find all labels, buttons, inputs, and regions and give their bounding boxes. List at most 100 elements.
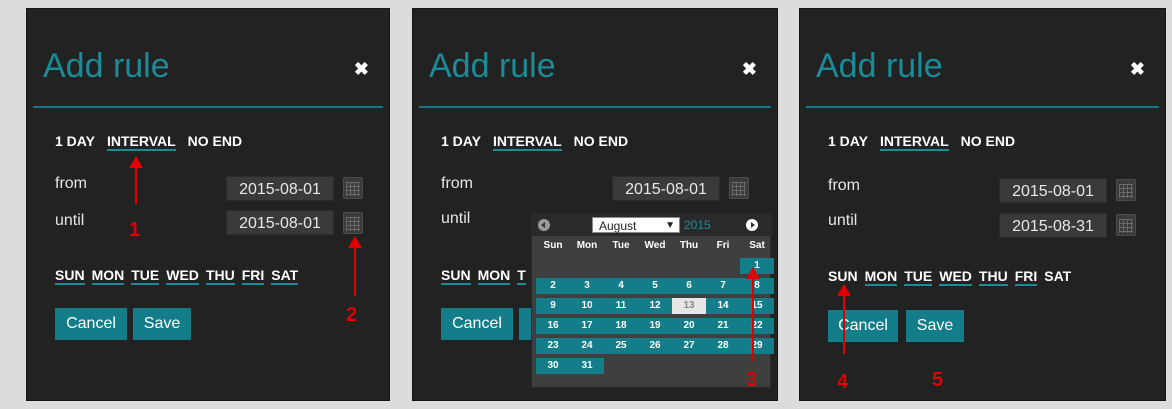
weekday-header: Thu [679,240,699,251]
calendar-day[interactable]: 26 [638,338,672,354]
close-icon[interactable]: ✖ [1130,59,1145,80]
calendar-day[interactable]: 14 [706,298,740,314]
weekday-sat[interactable]: SAT [271,267,299,285]
month-select[interactable]: August ▼ [592,217,680,233]
close-icon[interactable]: ✖ [742,59,757,80]
calendar-day[interactable]: 4 [604,278,638,294]
weekday-fri[interactable]: FRI [241,267,265,285]
calendar-day[interactable]: 24 [570,338,604,354]
weekday-header: Mon [576,240,598,251]
calendar-icon[interactable] [729,177,749,199]
calendar-day[interactable]: 9 [536,298,570,314]
dialog-title: Add rule [43,47,170,85]
cancel-button[interactable]: Cancel [55,308,127,340]
calendar-day[interactable]: 7 [706,278,740,294]
weekday-header: Wed [644,240,666,251]
calendar-day[interactable]: 16 [536,318,570,334]
until-label: until [55,212,85,229]
calendar-day[interactable]: 31 [570,358,604,374]
calendar-day[interactable]: 20 [672,318,706,334]
calendar-day[interactable]: 2 [536,278,570,294]
calendar-day[interactable]: 13 [672,298,706,314]
title-divider [419,106,771,108]
step-number: 4 [837,371,849,393]
month-select-value: August [599,219,637,233]
mode-tab-interval[interactable]: INTERVAL [492,133,562,151]
from-label: from [828,177,860,194]
calendar-icon[interactable] [1116,179,1136,201]
until-date-field[interactable]: 2015-08-31 [999,213,1107,238]
next-month-icon[interactable] [746,219,758,231]
calendar-day[interactable]: 21 [706,318,740,334]
calendar-day[interactable]: 27 [672,338,706,354]
chevron-down-icon: ▼ [665,220,675,231]
calendar-day[interactable]: 5 [638,278,672,294]
cancel-button[interactable]: Cancel [441,308,513,340]
weekday-sun[interactable]: SUN [441,267,471,285]
calendar-icon[interactable] [343,212,363,234]
mode-tab-no-end[interactable]: NO END [961,133,1015,151]
calendar-day[interactable]: 19 [638,318,672,334]
weekday-mon[interactable]: MON [864,268,898,286]
from-date-field[interactable]: 2015-08-01 [612,176,720,201]
cancel-button[interactable]: Cancel [828,310,898,342]
weekday-tue[interactable]: T [517,267,526,285]
weekday-thu[interactable]: THU [978,268,1008,286]
mode-tabs: 1 DAY INTERVAL NO END [55,133,242,151]
until-label: until [441,210,471,227]
until-label: until [828,212,858,229]
mode-tab-1-day[interactable]: 1 DAY [828,133,868,151]
mode-tab-interval[interactable]: INTERVAL [879,133,949,151]
weekday-selector: SUN MON TUE WED THU FRI SAT [828,268,1071,286]
add-rule-dialog-step1: Add rule ✖ 1 DAY INTERVAL NO END from 20… [26,8,390,401]
save-button[interactable]: Save [906,310,964,342]
weekday-sun[interactable]: SUN [55,267,85,285]
mode-tabs: 1 DAY INTERVAL NO END [441,133,628,151]
calendar-day[interactable]: 17 [570,318,604,334]
mode-tab-interval[interactable]: INTERVAL [106,133,176,151]
calendar-day[interactable]: 25 [604,338,638,354]
calendar-day[interactable]: 8 [740,278,774,294]
mode-tab-no-end[interactable]: NO END [574,133,628,151]
close-icon[interactable]: ✖ [354,59,369,80]
calendar-day[interactable]: 11 [604,298,638,314]
calendar-day[interactable]: 28 [706,338,740,354]
calendar-day[interactable]: 18 [604,318,638,334]
arrow-up-icon [837,284,851,354]
weekday-fri[interactable]: FRI [1014,268,1038,286]
weekday-tue[interactable]: TUE [904,268,933,286]
from-date-field[interactable]: 2015-08-01 [999,178,1107,203]
calendar-day[interactable]: 3 [570,278,604,294]
prev-month-icon[interactable] [538,219,550,231]
mode-tab-1-day[interactable]: 1 DAY [441,133,481,151]
save-button[interactable]: Save [133,308,191,340]
calendar-day[interactable]: 12 [638,298,672,314]
weekday-mon[interactable]: MON [91,267,125,285]
calendar-day[interactable]: 10 [570,298,604,314]
calendar-day[interactable]: 30 [536,358,570,374]
until-date-field[interactable]: 2015-08-01 [226,210,334,235]
calendar-day[interactable]: 15 [740,298,774,314]
mode-tabs: 1 DAY INTERVAL NO END [828,133,1015,151]
step-number: 2 [346,304,358,326]
weekday-thu[interactable]: THU [205,267,235,285]
calendar-icon[interactable] [343,177,363,199]
dialog-title: Add rule [816,47,943,85]
calendar-icon[interactable] [1116,214,1136,236]
calendar-day[interactable]: 29 [740,338,774,354]
from-date-field[interactable]: 2015-08-01 [226,176,334,201]
calendar-day[interactable]: 23 [536,338,570,354]
weekday-wed[interactable]: WED [939,268,972,286]
calendar-day[interactable]: 6 [672,278,706,294]
step-number: 5 [932,369,944,391]
weekday-wed[interactable]: WED [166,267,199,285]
datepicker-popup: August ▼ 2015 Sun Mon Tue Wed Thu Fri Sat 1 2 3 4 5 6… [531,213,774,388]
weekday-sat[interactable]: SAT [1044,268,1071,286]
weekday-selector: SUN MON T [441,267,526,285]
calendar-day[interactable]: 22 [740,318,774,334]
step-number: 1 [129,219,141,241]
mode-tab-no-end[interactable]: NO END [188,133,242,151]
mode-tab-1-day[interactable]: 1 DAY [55,133,95,151]
weekday-tue[interactable]: TUE [131,267,160,285]
weekday-mon[interactable]: MON [477,267,511,285]
